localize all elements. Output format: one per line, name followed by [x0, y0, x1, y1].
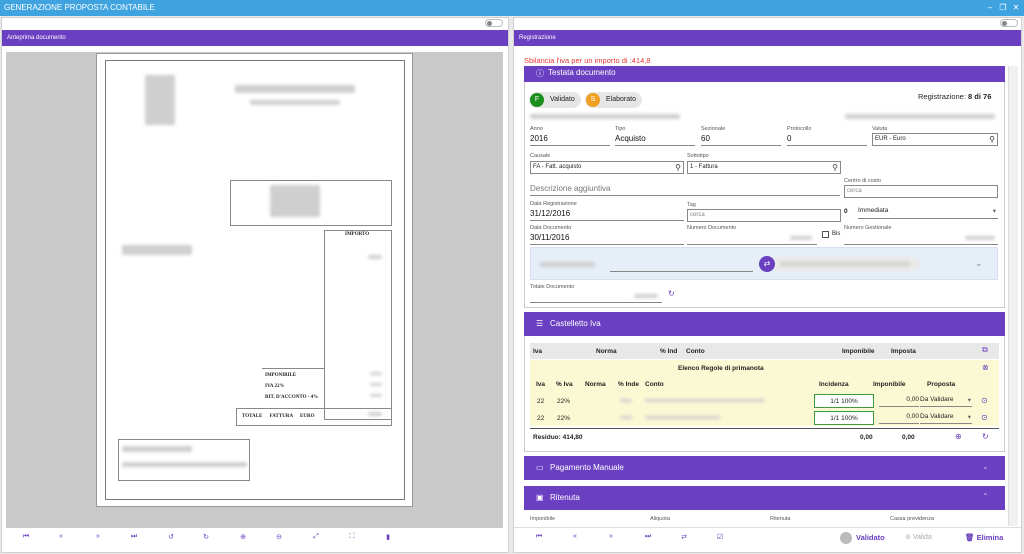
last-record-icon[interactable]: ⏭: [642, 533, 654, 541]
close-circle-icon[interactable]: ⊗: [982, 363, 989, 372]
document-icon[interactable]: ▮: [382, 533, 394, 541]
window-title: GENERAZIONE PROPOSTA CONTABILE: [0, 0, 1024, 16]
elaborato-letter: S: [586, 93, 600, 107]
fullscreen-icon[interactable]: ⛶: [346, 533, 358, 541]
preview-header: Anteprima documento: [2, 30, 508, 46]
sezionale-field[interactable]: 60: [701, 134, 781, 146]
check-icon[interactable]: ☑: [714, 533, 726, 541]
fornitore-field[interactable]: [610, 262, 753, 272]
descrizione-input[interactable]: Descrizione aggiuntiva: [530, 184, 840, 196]
total-imponibile: 0,00: [860, 434, 873, 441]
importo-column: [324, 230, 392, 420]
row1-imponibile[interactable]: 0,00: [879, 396, 919, 407]
prev-page-icon[interactable]: «: [55, 533, 67, 540]
importo-heading: IMPORTO: [345, 232, 370, 237]
chevron-down-icon: ▾: [967, 397, 971, 404]
chevron-down-icon: ▾: [967, 414, 971, 421]
add-icon[interactable]: ⊕: [955, 432, 962, 441]
ritenuta-icon: ▣: [536, 493, 544, 502]
anno-field[interactable]: 2016: [530, 134, 610, 146]
bis-checkbox[interactable]: [822, 231, 829, 238]
search-icon: ⚲: [675, 163, 681, 172]
row2-iva: 22: [537, 415, 545, 422]
elaborato-badge: S Elaborato: [585, 92, 642, 108]
row2-go-icon[interactable]: ⊙: [981, 413, 988, 422]
row1-incidenza[interactable]: 1/1 100%: [814, 394, 874, 408]
data-documento-field[interactable]: 30/11/2016: [530, 233, 684, 245]
info-icon: ⓘ: [536, 69, 544, 78]
preview-toggle[interactable]: [485, 19, 503, 27]
residuo-value: Residuo: 414,80: [533, 434, 583, 441]
restore-icon[interactable]: ❐: [996, 0, 1010, 16]
validato-label: Validato: [856, 533, 885, 542]
row1-proposta[interactable]: Da Validare ▾: [920, 396, 972, 407]
elenco-title: Elenco Regole di primanota: [678, 365, 764, 372]
card-icon: ▭: [536, 463, 544, 472]
rit-text: RIT. D'ACCONTO - 4%: [265, 395, 319, 400]
ritenuta-title[interactable]: Ritenuta: [524, 486, 1005, 510]
row2-proposta[interactable]: Da Validare ▾: [920, 413, 972, 424]
valuta-select[interactable]: EUR - Euro ⚲: [872, 133, 998, 146]
row2-imponibile[interactable]: 0,00: [879, 413, 919, 424]
search-icon: ⚲: [989, 135, 995, 144]
rotate-left-icon[interactable]: ↺: [165, 533, 177, 541]
close-icon[interactable]: ✕: [1009, 0, 1023, 16]
valida-button[interactable]: ⊘ Valida: [905, 533, 932, 541]
first-record-icon[interactable]: ⏮: [533, 533, 545, 541]
registration-footer: [514, 527, 1021, 552]
chevron-down-icon[interactable]: ⌄: [975, 258, 983, 269]
causale-select[interactable]: FA - Fatt. acquisto ⚲: [530, 161, 684, 174]
fornitore-link-icon[interactable]: ⇄: [759, 256, 775, 272]
zoom-in-icon[interactable]: ⊕: [237, 533, 249, 541]
prev-record-icon[interactable]: «: [569, 533, 581, 540]
fit-width-icon[interactable]: ⤢: [310, 533, 322, 541]
refresh-icon[interactable]: ↻: [668, 289, 675, 298]
copy-icon[interactable]: ⧉: [982, 345, 988, 355]
rotate-right-icon[interactable]: ↻: [200, 533, 212, 541]
company-logo: [145, 75, 175, 125]
protocollo-field[interactable]: 0: [787, 134, 867, 146]
registration-header: Registrazione: [514, 30, 1021, 46]
next-record-icon[interactable]: »: [605, 533, 617, 540]
pagamento-title[interactable]: Pagamento Manuale: [524, 456, 1005, 480]
imponibile-text: IMPONIBILE: [265, 373, 297, 378]
iva-text: IVA 22%: [265, 384, 285, 389]
data-registrazione-field[interactable]: 31/12/2016: [530, 209, 684, 221]
vertical-scrollbar[interactable]: [1008, 66, 1018, 526]
elimina-button[interactable]: 🗑 Elimina: [965, 533, 1003, 542]
imbalance-warning: Sbilancia l'iva per un importo di :414,8: [524, 56, 651, 65]
validato-letter: F: [530, 93, 544, 107]
validato-toggle[interactable]: [840, 532, 852, 544]
row1-iva: 22: [537, 398, 545, 405]
castelletto-title[interactable]: Castelletto Iva: [524, 312, 1005, 336]
sottotipo-select[interactable]: 1 - Fattura ⚲: [687, 161, 841, 174]
minimize-icon[interactable]: –: [983, 0, 997, 16]
zoom-out-icon[interactable]: ⊖: [273, 533, 285, 541]
row1-piva: 22%: [557, 398, 571, 405]
search-icon: ⚲: [832, 163, 838, 172]
last-page-icon[interactable]: ⏭: [128, 533, 140, 541]
total-imposta: 0,00: [902, 434, 915, 441]
validato-badge: F Validato: [529, 92, 581, 108]
tipo-field[interactable]: Acquisto: [615, 134, 695, 146]
centro-costo-input[interactable]: cerca: [844, 185, 998, 198]
first-page-icon[interactable]: ⏮: [20, 533, 32, 541]
registrazione-counter: Registrazione: 8 di 76: [918, 92, 992, 101]
tag-input[interactable]: cerca: [687, 209, 841, 222]
list-icon: ☰: [536, 319, 544, 328]
totale-text: TOTALE FATTURA EURO: [242, 414, 315, 419]
testata-title[interactable]: Testata documento: [548, 68, 616, 77]
chevron-down-icon[interactable]: ⌄: [982, 462, 989, 471]
immediata-select[interactable]: Immediata ▾: [858, 207, 998, 219]
sync-icon[interactable]: ↻: [982, 432, 989, 441]
registration-toggle[interactable]: [1000, 19, 1018, 27]
row2-incidenza[interactable]: 1/1 100%: [814, 411, 874, 425]
next-page-icon[interactable]: »: [92, 533, 104, 540]
row1-go-icon[interactable]: ⊙: [981, 396, 988, 405]
chevron-up-icon[interactable]: ⌃: [982, 492, 989, 501]
swap-icon[interactable]: ⇄: [678, 533, 690, 541]
chevron-down-icon: ▾: [992, 208, 996, 215]
row2-piva: 22%: [557, 415, 571, 422]
